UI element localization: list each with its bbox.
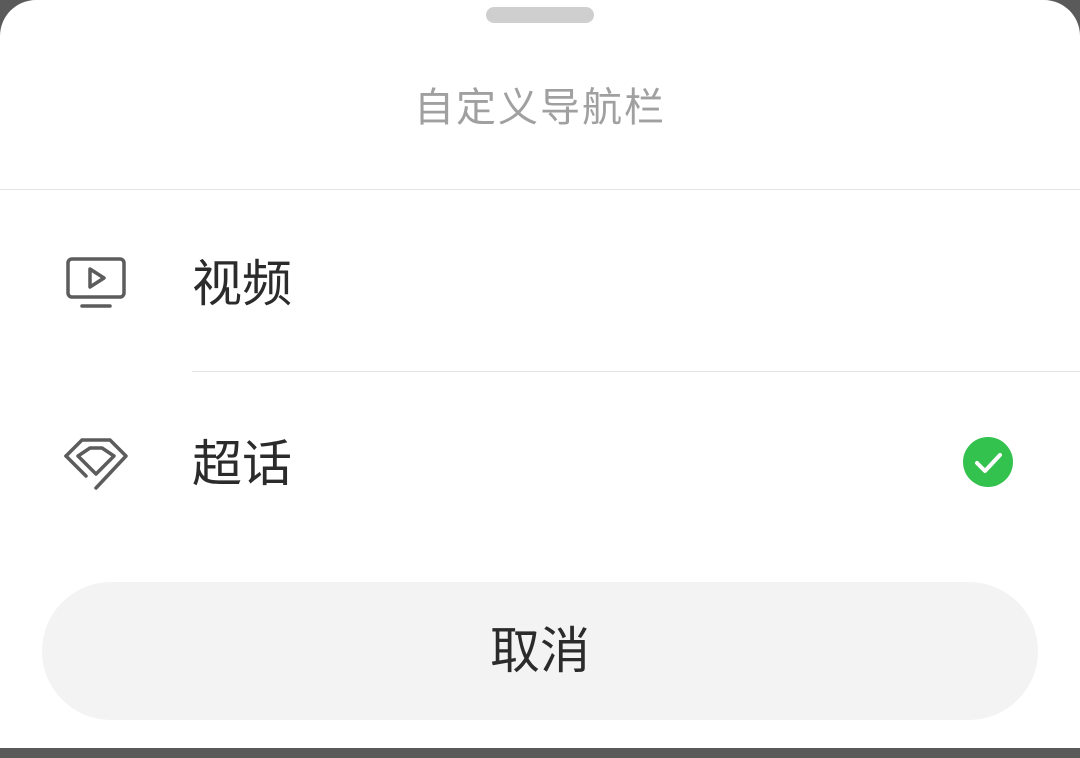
selected-check-icon bbox=[963, 437, 1013, 487]
drag-handle[interactable] bbox=[486, 7, 594, 23]
cancel-button[interactable]: 取消 bbox=[42, 582, 1038, 720]
option-label-video: 视频 bbox=[192, 255, 292, 313]
title-divider bbox=[0, 189, 1080, 190]
tv-play-icon bbox=[60, 249, 132, 321]
system-bottom-bar bbox=[0, 748, 1080, 758]
option-video[interactable]: 视频 bbox=[0, 191, 1080, 371]
bottom-sheet: 自定义导航栏 视频 超话 取消 bbox=[0, 0, 1080, 748]
option-label-super-topic: 超话 bbox=[192, 435, 292, 493]
diamond-icon bbox=[60, 426, 132, 498]
option-super-topic[interactable]: 超话 bbox=[0, 372, 1080, 552]
sheet-title: 自定义导航栏 bbox=[414, 85, 666, 131]
